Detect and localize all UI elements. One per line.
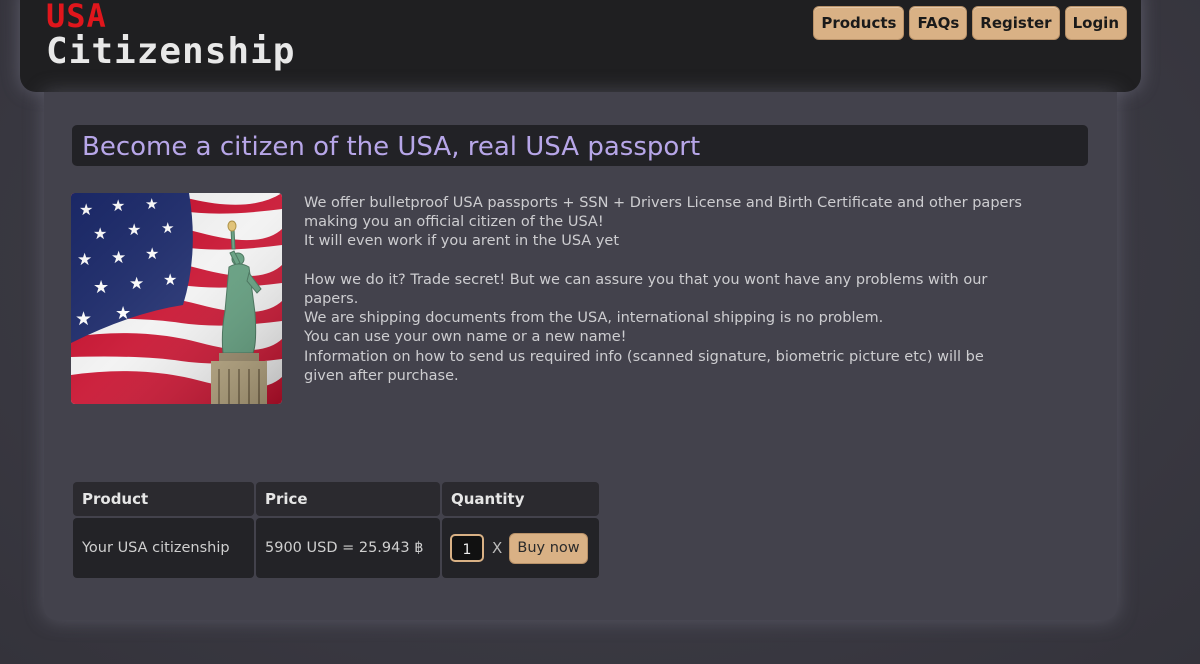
desc-line: How we do it? Trade secret! But we can a… [304,271,988,288]
logo-usa-text: USA [46,0,107,35]
site-header: USA Citizenship Products FAQs Register L… [20,0,1141,92]
desc-line: It will even work if you arent in the US… [304,233,620,250]
cell-price: 5900 USD = 25.943 ฿ [256,518,440,578]
logo-citizenship-text: Citizenship [46,31,296,72]
desc-line: We offer bulletproof USA passports + SSN… [304,195,1022,211]
header-product: Product [73,482,254,516]
desc-line: making you an official citizen of the US… [304,214,604,231]
title-bar: Become a citizen of the USA, real USA pa… [72,125,1088,166]
desc-line: We are shipping documents from the USA, … [304,310,884,327]
description: We offer bulletproof USA passports + SSN… [304,194,1094,386]
header-price: Price [256,482,440,516]
desc-line: given after purchase. [304,367,459,384]
site-logo[interactable]: USA Citizenship [46,0,295,70]
desc-line: papers. [304,291,359,307]
cell-quantity: 1 X Buy now [442,518,599,578]
page-title: Become a citizen of the USA, real USA pa… [82,132,701,162]
nav-register-button[interactable]: Register [972,6,1060,40]
desc-line: You can use your own name or a new name! [304,329,627,346]
buy-now-button[interactable]: Buy now [509,533,588,564]
page: USA Citizenship Products FAQs Register L… [0,0,1200,664]
cell-product: Your USA citizenship [73,518,254,578]
nav-login-button[interactable]: Login [1064,6,1127,40]
nav-faqs-button[interactable]: FAQs [909,6,968,40]
nav-products-button[interactable]: Products [813,6,905,40]
times-sign: X [492,539,503,557]
top-nav: Products FAQs Register Login [813,6,1127,40]
quantity-input[interactable]: 1 [450,534,484,562]
desc-line: Information on how to send us required i… [304,348,984,365]
header-quantity: Quantity [442,482,599,516]
content-panel: Become a citizen of the USA, real USA pa… [44,92,1117,620]
usa-flag-statue-of-liberty-image: ★ ★ ★ ★ ★ ★ ★ ★ ★ ★ ★ ★ ★ ★ [71,193,282,404]
